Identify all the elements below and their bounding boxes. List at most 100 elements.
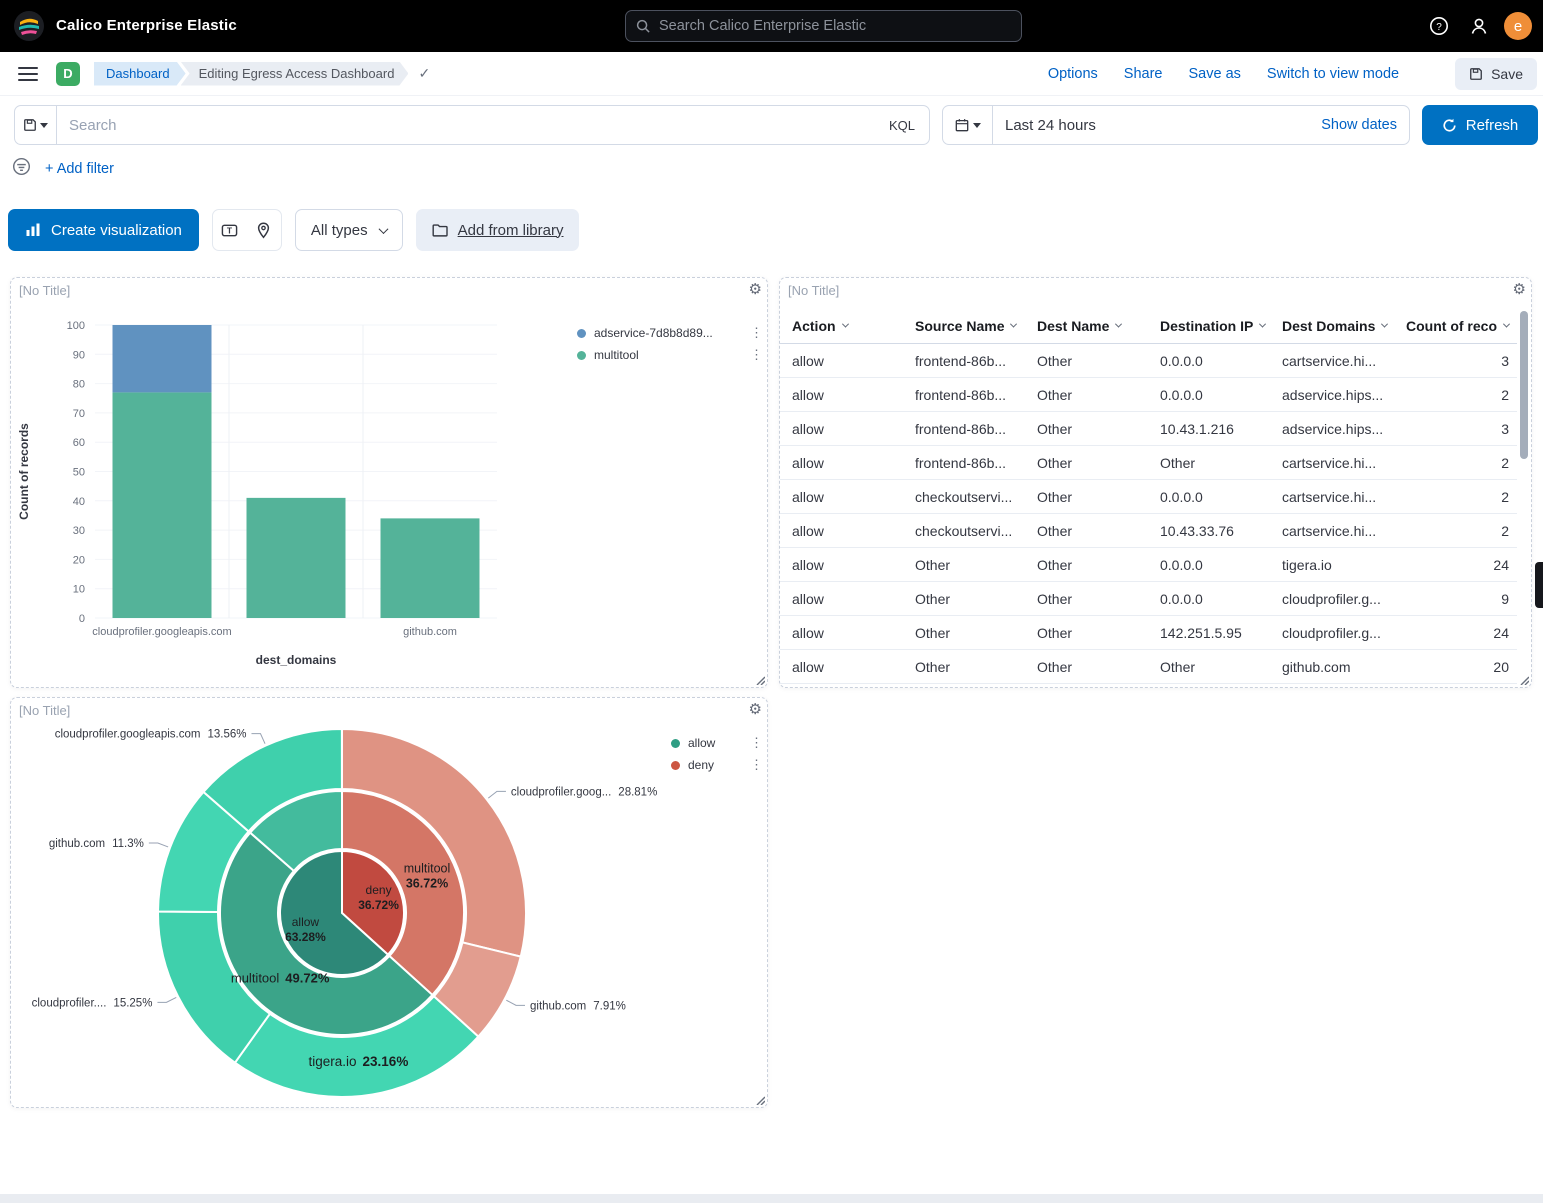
table-scrollbar[interactable]	[1520, 311, 1528, 681]
breadcrumb-dashboard[interactable]: Dashboard	[94, 62, 186, 86]
panel-settings-gear-icon[interactable]: ⚙	[1513, 280, 1526, 298]
column-header[interactable]: Dest Domains	[1282, 318, 1404, 334]
legend-actions-icon[interactable]: ⋮	[750, 325, 763, 341]
pie-label-leader-line	[488, 791, 506, 798]
legend-actions-icon[interactable]: ⋮	[750, 347, 763, 363]
sort-chevron-icon[interactable]	[842, 321, 849, 328]
show-dates-link[interactable]: Show dates	[1321, 117, 1409, 133]
table-cell: 2	[1404, 489, 1517, 505]
caret-down-icon	[973, 123, 981, 128]
table-cell: 10.43.33.76	[1160, 523, 1282, 539]
global-search[interactable]	[625, 10, 1022, 42]
sort-chevron-icon[interactable]	[1259, 321, 1266, 328]
column-header[interactable]: Count of reco	[1404, 318, 1517, 334]
column-header[interactable]: Source Name	[915, 318, 1037, 334]
panel-data-table: [No Title] ⚙ ActionSource NameDest NameD…	[779, 277, 1532, 688]
column-header[interactable]: Destination IP	[1160, 318, 1282, 334]
add-text-icon[interactable]: T	[213, 209, 247, 251]
user-menu-icon[interactable]	[1468, 15, 1490, 37]
share-link[interactable]: Share	[1124, 66, 1163, 82]
bar-segment[interactable]	[381, 518, 480, 618]
table-row[interactable]: allowOtherOther0.0.0.0cloudprofiler.g...…	[780, 582, 1517, 616]
table-row[interactable]: allowOtherOther142.251.5.95cloudprofiler…	[780, 616, 1517, 650]
table-row[interactable]: allowcheckoutservi...Other10.43.33.76car…	[780, 514, 1517, 548]
table-cell: Other	[1037, 659, 1160, 675]
breadcrumb-current[interactable]: Editing Egress Access Dashboard	[181, 62, 409, 86]
all-types-dropdown[interactable]: All types	[295, 209, 403, 251]
table-row[interactable]: allowfrontend-86b...Other0.0.0.0adservic…	[780, 378, 1517, 412]
panel-bar-chart: [No Title] ⚙ 0102030405060708090100cloud…	[10, 277, 768, 688]
table-cell: allow	[792, 353, 915, 369]
save-as-link[interactable]: Save as	[1189, 66, 1241, 82]
svg-text:80: 80	[73, 379, 85, 391]
create-visualization-button[interactable]: Create visualization	[8, 209, 199, 251]
help-icon[interactable]: ?	[1428, 15, 1450, 37]
table-cell: 0.0.0.0	[1160, 489, 1282, 505]
dashboard-actions: Create visualization T All types Add fro…	[8, 209, 579, 251]
refresh-button[interactable]: Refresh	[1422, 105, 1538, 145]
table-cell: tigera.io	[1282, 557, 1404, 573]
table-cell: 10.43.1.216	[1160, 421, 1282, 437]
panel-settings-gear-icon[interactable]: ⚙	[749, 280, 762, 298]
table-cell: Other	[915, 591, 1037, 607]
bar-segment[interactable]	[113, 325, 212, 392]
saved-query-menu-button[interactable]	[15, 106, 57, 144]
bar-segment[interactable]	[247, 498, 346, 618]
table-cell: 2	[1404, 455, 1517, 471]
legend-actions-icon[interactable]: ⋮	[750, 735, 763, 751]
elastic-logo[interactable]	[14, 11, 44, 41]
kql-badge[interactable]: KQL	[875, 118, 929, 133]
table-cell: frontend-86b...	[915, 387, 1037, 403]
calendar-menu-button[interactable]	[943, 106, 993, 144]
sort-chevron-icon[interactable]	[1115, 321, 1122, 328]
svg-text:?: ?	[1436, 22, 1442, 33]
table-cell: 3	[1404, 421, 1517, 437]
column-header[interactable]: Action	[792, 318, 915, 334]
table-row[interactable]: allowcheckoutservi...Other0.0.0.0cartser…	[780, 480, 1517, 514]
switch-view-link[interactable]: Switch to view mode	[1267, 66, 1399, 82]
table-cell: cartservice.hi...	[1282, 455, 1404, 471]
add-filter-link[interactable]: + Add filter	[45, 161, 114, 177]
user-avatar[interactable]: e	[1504, 12, 1532, 40]
legend-actions-icon[interactable]: ⋮	[750, 757, 763, 773]
check-icon[interactable]: ✓	[418, 65, 430, 82]
table-cell: Other	[1037, 557, 1160, 573]
scrollbar-thumb[interactable]	[1520, 311, 1528, 459]
panel-resize-handle[interactable]	[755, 1095, 765, 1105]
table-row[interactable]: allowOtherOtherOthergithub.com20	[780, 650, 1517, 684]
save-button[interactable]: Save	[1455, 58, 1537, 90]
dashboard-app-icon[interactable]: D	[56, 62, 80, 86]
table-cell: cloudprofiler.g...	[1282, 625, 1404, 641]
sort-chevron-icon[interactable]	[1381, 321, 1388, 328]
add-map-icon[interactable]	[247, 209, 281, 251]
legend-item[interactable]: multitool ⋮	[577, 344, 763, 366]
legend-item[interactable]: adservice-7d8b8d89... ⋮	[577, 322, 763, 344]
page-scrollbar-thumb[interactable]	[1535, 562, 1543, 608]
global-search-input[interactable]	[659, 18, 1011, 34]
table-row[interactable]: allowfrontend-86b...OtherOthercartservic…	[780, 446, 1517, 480]
table-row[interactable]: allowfrontend-86b...Other10.43.1.216adse…	[780, 412, 1517, 446]
options-link[interactable]: Options	[1048, 66, 1098, 82]
table-cell: checkoutservi...	[915, 523, 1037, 539]
table-cell: Other	[915, 557, 1037, 573]
legend-item[interactable]: allow ⋮	[671, 732, 763, 754]
panel-resize-handle[interactable]	[755, 675, 765, 685]
table-row[interactable]: allowOtherOther0.0.0.0tigera.io24	[780, 548, 1517, 582]
menu-icon[interactable]	[18, 67, 38, 81]
sort-chevron-icon[interactable]	[1503, 321, 1510, 328]
panel-resize-handle[interactable]	[1519, 675, 1529, 685]
pie-segment-label: github.com7.91%	[530, 1000, 626, 1012]
kql-search-input[interactable]	[57, 106, 875, 144]
sort-chevron-icon[interactable]	[1010, 321, 1017, 328]
add-from-library-button[interactable]: Add from library	[416, 209, 580, 251]
save-button-label: Save	[1491, 66, 1523, 82]
bar-segment[interactable]	[113, 392, 212, 618]
filter-icon[interactable]	[12, 157, 31, 181]
time-range-value[interactable]: Last 24 hours	[993, 117, 1096, 134]
table-cell: cartservice.hi...	[1282, 489, 1404, 505]
nav-actions: Options Share Save as Switch to view mod…	[1048, 58, 1537, 90]
table-cell: allow	[792, 557, 915, 573]
column-header[interactable]: Dest Name	[1037, 318, 1160, 334]
table-row[interactable]: allowfrontend-86b...Other0.0.0.0cartserv…	[780, 344, 1517, 378]
legend-item[interactable]: deny ⋮	[671, 754, 763, 776]
